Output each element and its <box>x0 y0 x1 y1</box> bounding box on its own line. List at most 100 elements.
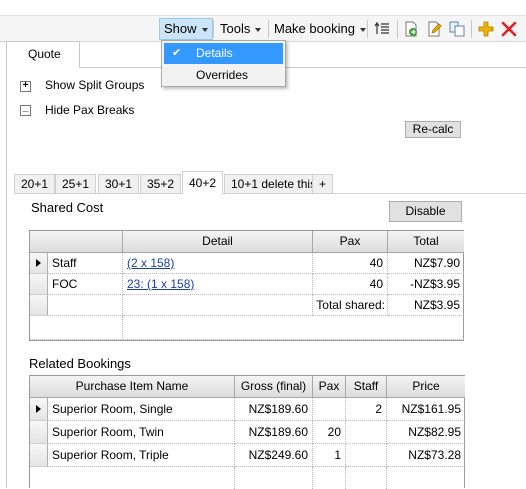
show-split-groups-toggle[interactable]: + <box>20 81 31 92</box>
column-header-gross-final[interactable]: Gross (final) <box>235 376 313 398</box>
tools-menu-label: Tools <box>220 21 251 36</box>
shared-cost-total-cell[interactable]: NZ$7.90 <box>388 253 464 274</box>
toolbar-separator <box>213 20 214 38</box>
new-row-cell[interactable] <box>235 467 313 489</box>
total-shared-value: NZ$3.95 <box>388 295 464 316</box>
row-selector[interactable] <box>30 295 48 316</box>
menu-item-details-label: Details <box>196 46 233 60</box>
menu-item-overrides[interactable]: Overrides <box>164 65 283 86</box>
row-selector[interactable] <box>30 421 48 444</box>
row-selector[interactable] <box>30 274 48 295</box>
total-shared-label: Total shared: <box>313 295 388 316</box>
menu-item-details[interactable]: ✔ Details <box>164 43 283 64</box>
price-cell[interactable]: NZ$161.95 <box>387 398 465 421</box>
column-header-staff[interactable]: Staff <box>346 376 387 398</box>
pax-cell[interactable]: 20 <box>313 421 346 444</box>
column-header-detail[interactable]: Detail <box>123 231 313 253</box>
make-booking-button[interactable]: Make booking <box>270 18 370 40</box>
grid-cell-empty <box>48 295 123 316</box>
show-menu-button[interactable]: Show <box>159 18 213 40</box>
new-row-cell[interactable] <box>30 316 123 340</box>
recalc-button[interactable]: Re-calc <box>405 121 461 138</box>
grid-cell-empty <box>123 295 313 316</box>
column-header-pax[interactable]: Pax <box>313 231 388 253</box>
tab-quote[interactable]: Quote <box>6 41 80 68</box>
shared-cost-detail-link[interactable]: 23: (1 x 158) <box>123 274 313 295</box>
show-menu-label: Show <box>164 21 197 36</box>
price-cell[interactable]: NZ$82.95 <box>387 421 465 444</box>
toolbar: Show Tools Make booking <box>0 16 526 42</box>
tab-pax-20-1[interactable]: 20+1 <box>14 174 56 193</box>
chevron-down-icon <box>255 27 262 32</box>
current-row-arrow-icon <box>36 405 41 413</box>
toolbar-separator <box>367 20 368 38</box>
purchase-item-name-cell[interactable]: Superior Room, Triple <box>48 444 235 467</box>
toolbar-separator <box>268 20 269 38</box>
pax-tab-strip-line <box>14 193 526 194</box>
shared-cost-pax-cell[interactable]: 40 <box>313 253 388 274</box>
column-header-row-label[interactable] <box>30 231 123 253</box>
tab-quote-label: Quote <box>28 47 61 61</box>
reorder-icon[interactable] <box>372 19 392 39</box>
delete-icon[interactable] <box>499 19 519 39</box>
staff-cell[interactable] <box>346 421 387 444</box>
related-bookings-title: Related Bookings <box>29 356 131 371</box>
shared-cost-title: Shared Cost <box>31 200 104 215</box>
disable-button[interactable]: Disable <box>389 201 462 222</box>
export-icon[interactable] <box>401 19 421 39</box>
tab-pax-40-2[interactable]: 40+2 <box>182 171 224 194</box>
column-header-purchase-item-name[interactable]: Purchase Item Name <box>30 376 235 398</box>
column-header-pax[interactable]: Pax <box>313 376 346 398</box>
show-split-groups-label: Show Split Groups <box>45 78 145 92</box>
toolbar-separator <box>397 20 398 38</box>
shared-cost-pax-cell[interactable]: 40 <box>313 274 388 295</box>
chevron-down-icon <box>201 27 208 32</box>
edit-icon[interactable] <box>424 19 444 39</box>
shared-cost-name-cell[interactable]: FOC <box>48 274 123 295</box>
tab-pax-10-1-delete-this[interactable]: 10+1 delete this <box>224 174 324 193</box>
new-row-cell[interactable] <box>30 467 235 489</box>
new-row-cell[interactable] <box>123 316 464 340</box>
collapse-icon: _ <box>22 102 29 113</box>
shared-cost-total-cell[interactable]: -NZ$3.95 <box>388 274 464 295</box>
new-row-cell[interactable] <box>346 467 387 489</box>
row-selector[interactable] <box>30 398 48 421</box>
pax-cell[interactable]: 1 <box>313 444 346 467</box>
shared-cost-grid: Detail Pax Total Staff (2 x 158) 40 NZ$7… <box>29 230 464 341</box>
new-row-cell[interactable] <box>387 467 465 489</box>
purchase-item-name-cell[interactable]: Superior Room, Single <box>48 398 235 421</box>
pax-cell[interactable] <box>313 398 346 421</box>
column-header-price[interactable]: Price <box>387 376 465 398</box>
copy-icon[interactable] <box>447 19 467 39</box>
shared-cost-name-cell[interactable]: Staff <box>48 253 123 274</box>
menu-item-overrides-label: Overrides <box>196 68 249 82</box>
tab-add-pax-break[interactable]: + <box>312 174 334 193</box>
tab-pax-30-1[interactable]: 30+1 <box>98 174 140 193</box>
gross-final-cell[interactable]: NZ$189.60 <box>235 421 313 444</box>
expand-icon: + <box>22 80 29 91</box>
hide-pax-breaks-toggle[interactable]: _ <box>20 102 31 116</box>
tab-pax-25-1[interactable]: 25+1 <box>55 174 97 193</box>
shared-cost-detail-link[interactable]: (2 x 158) <box>123 253 313 274</box>
row-selector[interactable] <box>30 444 48 467</box>
staff-cell[interactable] <box>346 444 387 467</box>
current-row-arrow-icon <box>36 259 41 267</box>
price-cell[interactable]: NZ$73.28 <box>387 444 465 467</box>
chevron-down-icon <box>359 27 366 32</box>
staff-cell[interactable]: 2 <box>346 398 387 421</box>
gross-final-cell[interactable]: NZ$189.60 <box>235 398 313 421</box>
tools-menu-button[interactable]: Tools <box>216 18 265 40</box>
make-booking-label: Make booking <box>274 21 355 36</box>
column-header-total[interactable]: Total <box>388 231 464 253</box>
new-row-cell[interactable] <box>313 467 346 489</box>
hide-pax-breaks-label: Hide Pax Breaks <box>45 103 135 117</box>
checkmark-icon: ✔ <box>172 47 182 59</box>
gross-final-cell[interactable]: NZ$249.60 <box>235 444 313 467</box>
row-selector[interactable] <box>30 253 48 274</box>
tab-pax-35-2[interactable]: 35+2 <box>140 174 182 193</box>
related-bookings-grid: Purchase Item Name Gross (final) Pax Sta… <box>29 375 465 489</box>
window-top-strip <box>0 0 526 16</box>
show-dropdown-menu: ✔ Details Overrides <box>161 40 286 87</box>
add-icon[interactable] <box>476 19 496 39</box>
purchase-item-name-cell[interactable]: Superior Room, Twin <box>48 421 235 444</box>
